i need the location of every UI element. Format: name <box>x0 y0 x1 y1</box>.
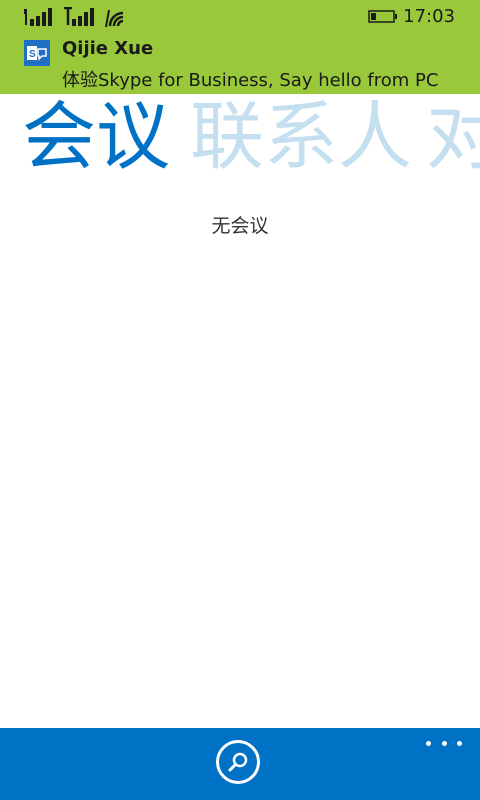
search-icon <box>228 752 248 772</box>
app-bar <box>0 728 480 800</box>
toast-message: 体验Skype for Business, Say hello from PC <box>62 70 439 91</box>
status-bar: 17:03 <box>0 0 480 34</box>
empty-state-text: 无会议 <box>211 215 269 237</box>
more-icon[interactable] <box>426 736 462 750</box>
pivot-tab-contacts[interactable]: 联系人 <box>190 94 412 180</box>
status-time: 17:03 <box>403 6 455 27</box>
more-dot <box>426 740 431 746</box>
toast-sender: Qijie Xue <box>62 38 154 59</box>
signal-bars-sim2-icon <box>64 7 94 26</box>
more-dot <box>457 740 462 746</box>
pivot-header: 会议 联系人 对 <box>0 94 480 186</box>
svg-text:S: S <box>29 49 36 60</box>
skype-for-business-icon: S <box>24 40 50 66</box>
pivot-tab-conversations[interactable]: 对 <box>426 94 480 180</box>
more-dot <box>441 740 447 746</box>
wifi-icon <box>105 9 124 28</box>
search-button[interactable] <box>216 740 260 784</box>
notification-toast[interactable]: 17:03 S Qijie Xue 体验Skype for Business, … <box>0 0 480 94</box>
signal-bars-icon <box>24 8 52 26</box>
battery-icon <box>368 10 397 23</box>
screen: 17:03 S Qijie Xue 体验Skype for Business, … <box>0 0 480 800</box>
pivot-tab-meetings[interactable]: 会议 <box>22 94 170 180</box>
